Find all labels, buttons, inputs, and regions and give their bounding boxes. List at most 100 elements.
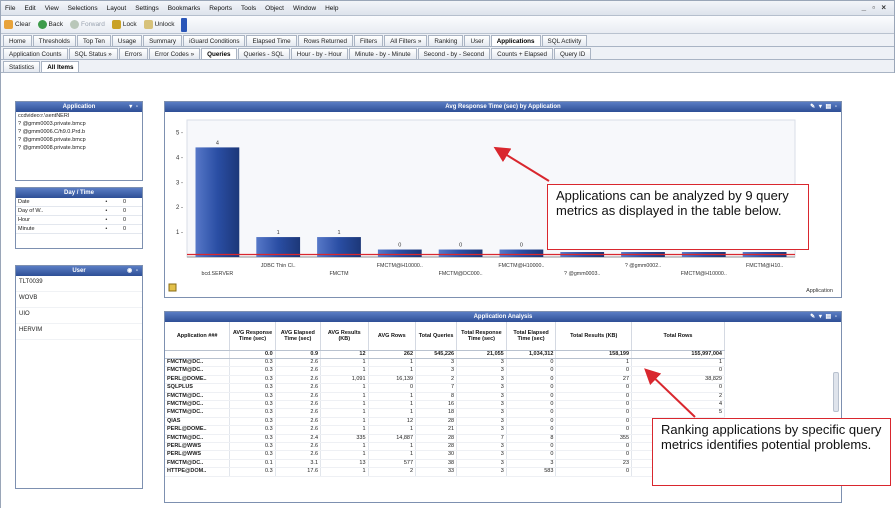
table-row[interactable]: PERL@DOME..0.32.611213001 xyxy=(165,425,725,435)
day-time-row[interactable]: Date • 0 xyxy=(16,198,142,207)
table-row[interactable]: SQLPLUS 0.3 2.6 1 0 7 3 0 0 0 xyxy=(165,383,725,393)
tab-summary[interactable]: Summary xyxy=(143,35,183,46)
tab-counts-elapsed[interactable]: Counts + Elapsed xyxy=(491,48,554,59)
tab-user[interactable]: User xyxy=(464,35,490,46)
user-listbox[interactable]: User ◉ ▫ TLT0039 WOVB UIO HERVIM xyxy=(15,265,143,489)
column-header[interactable]: AVG Rows xyxy=(368,322,417,351)
forward-button[interactable]: Forward xyxy=(70,20,105,29)
list-item[interactable]: ? @gmm0006.C/h9.0.Prd.b xyxy=(16,128,142,136)
menu-item-view[interactable]: View xyxy=(45,5,59,12)
menu-item-object[interactable]: Object xyxy=(265,5,284,12)
column-header[interactable]: Total Queries xyxy=(415,322,458,351)
column-header[interactable]: Total Rows xyxy=(631,322,725,351)
clear-button[interactable]: Clear xyxy=(4,20,31,29)
column-header[interactable]: Application ### xyxy=(165,322,231,351)
column-header[interactable]: AVG Response Time (sec) xyxy=(229,322,276,351)
window-controls[interactable]: _ ▫ × xyxy=(862,3,888,12)
table-row[interactable]: PERL@WWS0.32.611283000 xyxy=(165,442,725,452)
day-time-row[interactable]: Day of W.. • 0 xyxy=(16,206,142,216)
table-row[interactable]: PERL@WWS0.32.611303000 xyxy=(165,450,725,460)
tab-sql-activity[interactable]: SQL Activity xyxy=(541,35,588,46)
column-header[interactable]: Total Response Time (sec) xyxy=(456,322,507,351)
lock-button[interactable]: Lock xyxy=(111,20,137,29)
menu-item-bookmarks[interactable]: Bookmarks xyxy=(168,5,201,12)
tab-minute-by-minute[interactable]: Minute - by - Minute xyxy=(348,48,417,59)
table-header-row: Application ### AVG Response Time (sec) AV… xyxy=(165,322,725,351)
table-row[interactable]: QIAS0.32.6112283000 xyxy=(165,417,725,427)
list-item[interactable]: UIO xyxy=(16,308,142,324)
column-header[interactable]: Total Elapsed Time (sec) xyxy=(506,322,557,351)
metric-cell: 0 xyxy=(506,400,557,410)
tab-all-items[interactable]: All Items xyxy=(41,61,80,72)
x-tick-label: FMCTM@H10000.. xyxy=(681,271,727,277)
table-row[interactable]: FMCTM@DC.. 0.3 2.6 1 1 18 3 0 0 5 xyxy=(165,408,725,418)
tab-iguard-conditions[interactable]: iGuard Conditions xyxy=(183,35,246,46)
tab-top-ten[interactable]: Top Ten xyxy=(76,35,111,46)
table-row[interactable]: PERL@DOME.. 0.3 2.6 1,091 16,139 2 3 0 27 38,829 xyxy=(165,375,725,385)
menu-item-reports[interactable]: Reports xyxy=(209,5,232,12)
tab-home[interactable]: Home xyxy=(3,35,32,46)
tab-error-codes[interactable]: Error Codes » xyxy=(148,48,201,59)
table-row[interactable]: FMCTM@DC..0.32.433514,88728783552 xyxy=(165,434,725,443)
column-header[interactable]: Total Results (KB) xyxy=(555,322,633,351)
list-item[interactable]: TLT0039 xyxy=(16,276,142,292)
menu-item-window[interactable]: Window xyxy=(293,5,316,12)
menu-item-help[interactable]: Help xyxy=(325,5,338,12)
bar-6[interactable] xyxy=(499,249,544,257)
table-scrollbar[interactable] xyxy=(833,372,839,412)
tab-errors[interactable]: Errors xyxy=(118,48,148,59)
bar-4[interactable] xyxy=(377,249,422,257)
user-listbox-menu-icon[interactable]: ◉ ▫ xyxy=(127,266,139,276)
list-item[interactable]: WOVB xyxy=(16,292,142,308)
tab-applications[interactable]: Applications xyxy=(490,35,541,46)
chart-toolbar-icons[interactable]: ✎ ▾ ▤ ▫ xyxy=(810,102,838,112)
list-item[interactable]: ? @gmm0008.private.bmcp xyxy=(16,136,142,144)
menu-item-edit[interactable]: Edit xyxy=(24,5,35,12)
tab-thresholds[interactable]: Thresholds xyxy=(32,35,76,46)
list-item[interactable]: ccdvideo:r.\sentNERI xyxy=(16,112,142,120)
application-listbox[interactable]: Application ▾ ▫ ccdvideo:r.\sentNERI? @g… xyxy=(15,101,143,181)
table-row[interactable]: FMCTM@DC..0.13.1135773833230 xyxy=(165,459,725,469)
bar-1[interactable] xyxy=(195,147,240,257)
table-row[interactable]: FMCTM@DC.. 0.3 2.6 1 1 8 3 0 0 2 xyxy=(165,392,725,401)
tab-query-id[interactable]: Query ID xyxy=(554,48,592,59)
listbox-menu-icon[interactable]: ▾ ▫ xyxy=(129,102,139,112)
tab-sql-status[interactable]: SQL Status » xyxy=(68,48,118,59)
menu-item-tools[interactable]: Tools xyxy=(241,5,256,12)
tab-ranking[interactable]: Ranking xyxy=(428,35,464,46)
chart-lock-icon[interactable] xyxy=(168,283,177,292)
tab-usage[interactable]: Usage xyxy=(111,35,143,46)
table-row[interactable]: FMCTM@DC.. 0.3 2.6 1 1 16 3 0 0 4 xyxy=(165,400,725,410)
tab-hour-by-hour[interactable]: Hour - by - Hour xyxy=(290,48,348,59)
tab-all-filters[interactable]: All Filters » xyxy=(384,35,428,46)
tab-queries-sql[interactable]: Queries - SQL xyxy=(237,48,290,59)
tab-statistics[interactable]: Statistics xyxy=(3,61,41,72)
tab-second-by-second[interactable]: Second - by - Second xyxy=(417,48,491,59)
day-time-row[interactable]: Hour • 0 xyxy=(16,215,142,225)
list-item[interactable]: HERVIM xyxy=(16,324,142,340)
metric-cell: 12 xyxy=(368,417,417,427)
back-button[interactable]: Back xyxy=(37,20,63,29)
menu-item-selections[interactable]: Selections xyxy=(68,5,98,12)
tab-queries[interactable]: Queries xyxy=(201,48,237,59)
tab-rows-returned[interactable]: Rows Returned xyxy=(297,35,354,46)
tab-elapsed-time[interactable]: Elapsed Time xyxy=(246,35,297,46)
list-item[interactable]: ? @gmm0003.private.bmcp xyxy=(16,120,142,128)
column-header[interactable]: AVG Results (KB) xyxy=(320,322,369,351)
table-row[interactable]: FMCTM@DC.. 0.3 2.6 1 1 3 3 0 1 1 xyxy=(165,358,725,368)
menu-bar: File Edit View Selections Layout Settings Book… xyxy=(1,1,894,16)
menu-item-settings[interactable]: Settings xyxy=(135,5,159,12)
bar-5[interactable] xyxy=(438,249,483,257)
list-item[interactable]: ? @gmm0008.private.bmcp xyxy=(16,144,142,152)
tab-filters[interactable]: Filters xyxy=(354,35,384,46)
menu-item-layout[interactable]: Layout xyxy=(107,5,127,12)
day-time-row[interactable]: Minute • 0 xyxy=(16,224,142,234)
table-toolbar-icons[interactable]: ✎ ▾ ▤ ▫ xyxy=(810,312,838,322)
tab-application-counts[interactable]: Application Counts xyxy=(3,48,68,59)
table-row[interactable]: HTTPE@DOM..0.317.612333583062 xyxy=(165,467,725,477)
menu-item-file[interactable]: File xyxy=(5,5,15,12)
column-header[interactable]: AVG Elapsed Time (sec) xyxy=(275,322,322,351)
unlock-button[interactable]: Unlock xyxy=(143,20,174,29)
day-time-listbox[interactable]: Day / Time Date • 0 Day of W.. • 0 Hour • 0 Minut… xyxy=(15,187,143,249)
table-row[interactable]: FMCTM@DC.. 0.3 2.6 1 1 3 3 0 0 0 xyxy=(165,366,725,376)
